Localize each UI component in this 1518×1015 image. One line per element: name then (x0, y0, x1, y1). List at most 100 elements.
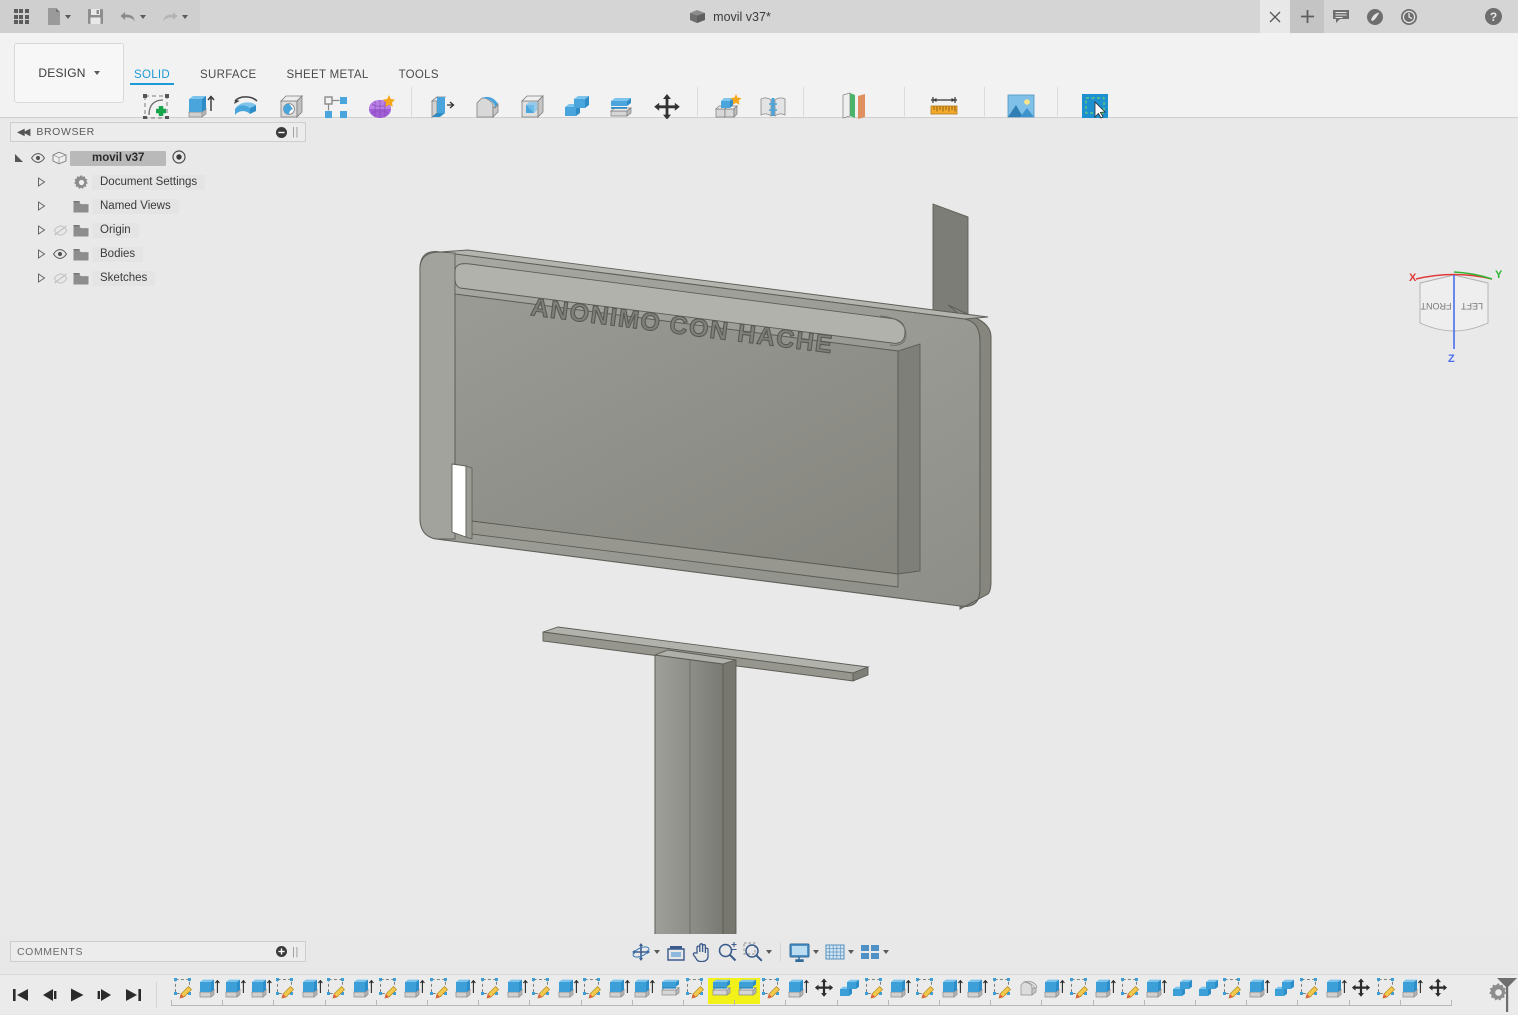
browser-root-node[interactable]: movil v37 (10, 149, 306, 167)
comments-button[interactable] (1324, 0, 1358, 33)
timeline-feature-37[interactable] (1092, 978, 1118, 1004)
timeline-feature-25[interactable] (785, 978, 811, 1004)
timeline-feature-30[interactable] (913, 978, 939, 1004)
tab-solid[interactable]: SOLID (129, 69, 175, 85)
timeline-play[interactable] (64, 982, 90, 1008)
timeline-feature-15[interactable] (529, 978, 555, 1004)
tab-tools[interactable]: TOOLS (399, 69, 439, 85)
plus-circle-icon[interactable] (276, 946, 288, 957)
look-at-tool[interactable] (663, 939, 689, 965)
timeline-step-back[interactable] (36, 982, 62, 1008)
activate-component-radio[interactable] (172, 149, 187, 167)
orbit-tool[interactable] (628, 939, 663, 965)
timeline-feature-38[interactable] (1118, 978, 1144, 1004)
help-button[interactable]: ? (1476, 0, 1510, 33)
browser-item-sketches[interactable]: Sketches (10, 269, 306, 287)
timeline-feature-21[interactable] (683, 978, 709, 1004)
double-left-arrow-icon[interactable]: ◀◀ (17, 127, 30, 138)
grid-snaps-tool[interactable] (822, 939, 857, 965)
panel-resize-handle[interactable]: || (292, 126, 299, 138)
timeline-feature-1[interactable] (171, 978, 197, 1004)
timeline-feature-3[interactable] (222, 978, 248, 1004)
fit-tool[interactable] (740, 939, 775, 965)
timeline-feature-13[interactable] (478, 978, 504, 1004)
visibility-eye-icon[interactable] (50, 249, 70, 259)
timeline-feature-48[interactable] (1374, 978, 1400, 1004)
new-file-button[interactable] (38, 3, 78, 31)
timeline-feature-18[interactable] (606, 978, 632, 1004)
expand-triangle-icon[interactable] (10, 153, 28, 163)
timeline-track[interactable] (165, 975, 1518, 1015)
app-grid-button[interactable] (6, 3, 36, 31)
timeline-feature-11[interactable] (427, 978, 453, 1004)
browser-item-document-settings[interactable]: Document Settings (10, 173, 306, 191)
pan-tool[interactable] (689, 939, 714, 965)
visibility-eye-icon[interactable] (28, 153, 48, 163)
timeline-feature-26[interactable] (811, 978, 837, 1004)
timeline-feature-46[interactable] (1323, 978, 1349, 1004)
timeline-feature-7[interactable] (325, 978, 351, 1004)
timeline-feature-10[interactable] (401, 978, 427, 1004)
timeline-feature-8[interactable] (350, 978, 376, 1004)
timeline-go-to-beginning[interactable] (8, 982, 34, 1008)
new-tab-button[interactable] (1290, 0, 1324, 33)
panel-resize-handle[interactable]: || (292, 946, 299, 958)
timeline-feature-4[interactable] (248, 978, 274, 1004)
timeline-feature-35[interactable] (1041, 978, 1067, 1004)
timeline-feature-17[interactable] (581, 978, 607, 1004)
timeline-feature-47[interactable] (1348, 978, 1374, 1004)
expand-triangle-icon[interactable] (32, 249, 50, 259)
browser-item-origin[interactable]: Origin (10, 221, 306, 239)
expand-triangle-icon[interactable] (32, 201, 50, 211)
expand-triangle-icon[interactable] (32, 225, 50, 235)
timeline-feature-41[interactable] (1195, 978, 1221, 1004)
viewports-tool[interactable] (857, 939, 892, 965)
timeline-feature-45[interactable] (1297, 978, 1323, 1004)
timeline-feature-40[interactable] (1169, 978, 1195, 1004)
undo-button[interactable] (112, 3, 152, 31)
timeline-feature-42[interactable] (1220, 978, 1246, 1004)
timeline-feature-28[interactable] (862, 978, 888, 1004)
visibility-eye-off-icon[interactable] (50, 272, 70, 284)
timeline-feature-31[interactable] (939, 978, 965, 1004)
timeline-feature-43[interactable] (1246, 978, 1272, 1004)
timeline-feature-44[interactable] (1272, 978, 1298, 1004)
save-button[interactable] (80, 3, 110, 31)
timeline-feature-27[interactable] (836, 978, 862, 1004)
expand-triangle-icon[interactable] (32, 177, 50, 187)
timeline-feature-32[interactable] (964, 978, 990, 1004)
timeline-feature-6[interactable] (299, 978, 325, 1004)
timeline-go-to-end[interactable] (120, 982, 146, 1008)
close-tab-button[interactable] (1260, 0, 1290, 33)
timeline-feature-19[interactable] (632, 978, 658, 1004)
timeline-feature-14[interactable] (504, 978, 530, 1004)
tab-sheet-metal[interactable]: SHEET METAL (286, 69, 368, 85)
visibility-eye-off-icon[interactable] (50, 224, 70, 236)
extensions-button[interactable] (1358, 0, 1392, 33)
timeline-feature-24[interactable] (760, 978, 786, 1004)
timeline-feature-16[interactable] (555, 978, 581, 1004)
document-tab[interactable]: movil v37* (675, 0, 785, 33)
timeline-feature-36[interactable] (1067, 978, 1093, 1004)
timeline-feature-50[interactable] (1425, 978, 1451, 1004)
timeline-feature-29[interactable] (888, 978, 914, 1004)
minus-circle-icon[interactable] (276, 126, 288, 138)
expand-triangle-icon[interactable] (32, 273, 50, 283)
zoom-tool[interactable] (714, 939, 740, 965)
tab-surface[interactable]: SURFACE (200, 69, 256, 85)
timeline-settings-button[interactable] (1489, 983, 1508, 1007)
timeline-feature-23[interactable] (734, 977, 760, 1004)
timeline-feature-2[interactable] (197, 978, 223, 1004)
timeline-feature-33[interactable] (990, 978, 1016, 1004)
timeline-feature-12[interactable] (453, 978, 479, 1004)
job-status-button[interactable] (1392, 0, 1426, 33)
timeline-feature-39[interactable] (1144, 978, 1170, 1004)
view-cube[interactable]: FRONT LEFT X Y Z (1398, 261, 1510, 365)
timeline-feature-9[interactable] (376, 978, 402, 1004)
timeline-feature-5[interactable] (273, 978, 299, 1004)
browser-item-bodies[interactable]: Bodies (10, 245, 306, 263)
browser-item-named-views[interactable]: Named Views (10, 197, 306, 215)
redo-button[interactable] (154, 3, 194, 31)
timeline-feature-20[interactable] (657, 978, 683, 1004)
workspace-switcher-button[interactable]: DESIGN (14, 43, 124, 103)
